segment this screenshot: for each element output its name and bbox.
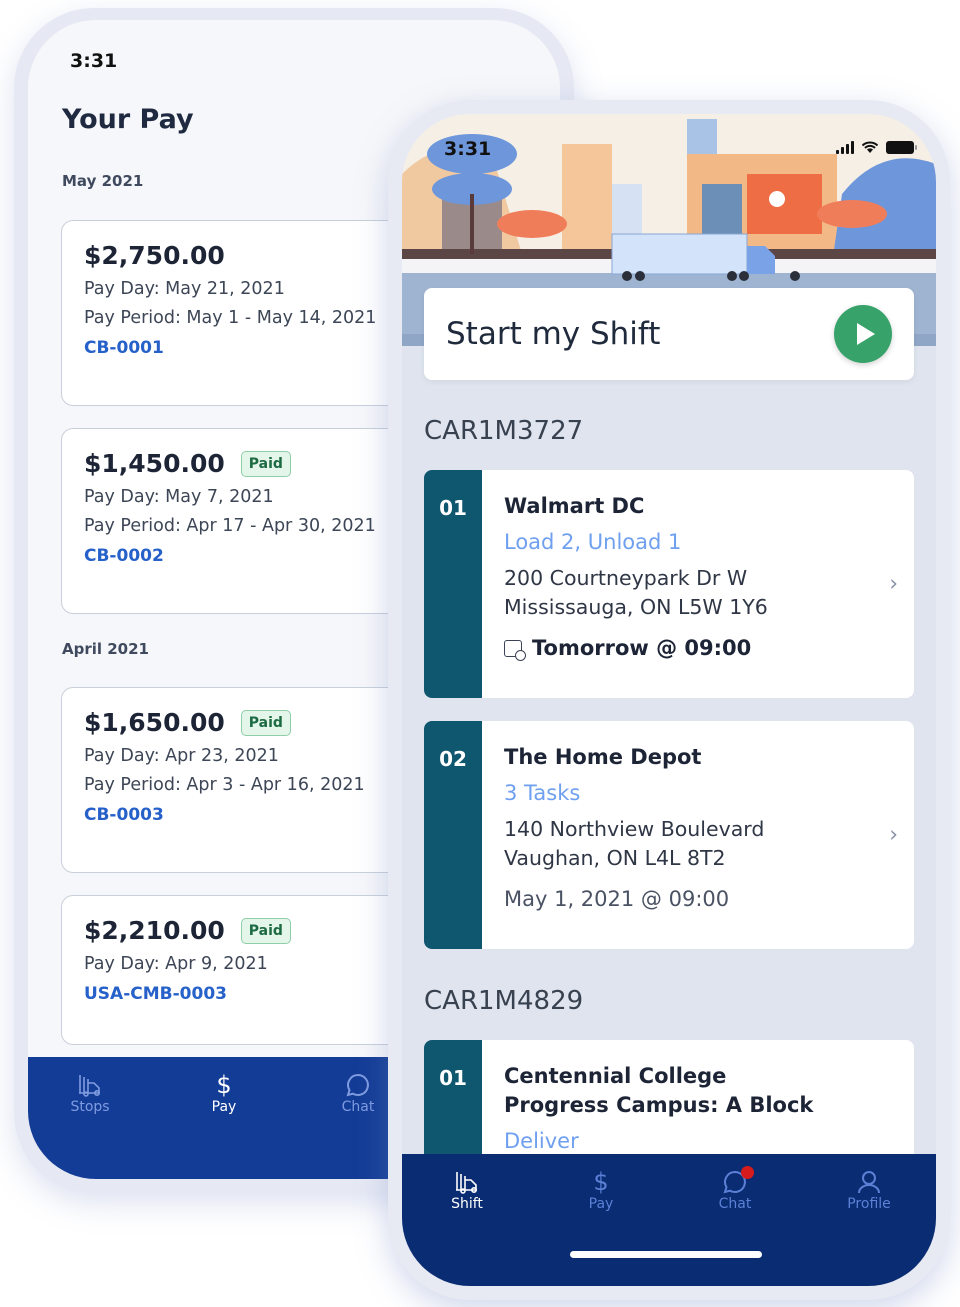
wifi-icon	[861, 141, 879, 153]
pay-amount: $1,450.00	[84, 449, 225, 478]
stop-time: May 1, 2021 @ 09:00	[504, 887, 730, 911]
stop-number: 01	[424, 470, 482, 698]
stop-address-line1: 200 Courtneypark Dr W	[504, 566, 748, 590]
start-shift-label: Start my Shift	[446, 316, 661, 352]
nav-chat[interactable]: Chat	[318, 1071, 398, 1115]
route-id: CAR1M4829	[424, 986, 584, 1016]
shift-phone: 3:31 Start my Shift CAR1M3727 01 Walmart…	[388, 100, 950, 1300]
nav-chat[interactable]: Chat	[695, 1166, 775, 1212]
nav-pay[interactable]: $ Pay	[561, 1168, 641, 1212]
play-icon[interactable]	[834, 305, 892, 363]
user-icon	[829, 1168, 909, 1196]
shift-screen: 3:31 Start my Shift CAR1M3727 01 Walmart…	[402, 114, 936, 1286]
truck-dolly-icon	[50, 1071, 130, 1099]
paid-badge: Paid	[240, 450, 291, 477]
paid-badge: Paid	[240, 917, 291, 944]
start-shift-button[interactable]: Start my Shift	[424, 288, 914, 380]
stop-address-line2: Vaughan, ON L4L 8T2	[504, 846, 726, 870]
home-indicator[interactable]	[570, 1251, 762, 1258]
stop-name: The Home Depot	[504, 745, 702, 769]
pay-amount: $2,750.00	[84, 241, 225, 270]
status-bar: 3:31	[402, 138, 936, 162]
nav-profile[interactable]: Profile	[829, 1168, 909, 1212]
signal-icon	[836, 140, 854, 154]
pay-amount: $1,650.00	[84, 708, 225, 737]
stop-card[interactable]: 02 The Home Depot 3 Tasks 140 Northview …	[424, 721, 914, 949]
dollar-icon: $	[593, 1168, 609, 1196]
stop-tasks: 3 Tasks	[504, 781, 581, 805]
notification-dot	[741, 1166, 754, 1179]
nav-pay[interactable]: $ Pay	[184, 1071, 264, 1115]
status-time: 3:31	[444, 138, 492, 160]
chat-bubble-icon	[695, 1166, 775, 1196]
stop-address-line2: Mississauga, ON L5W 1Y6	[504, 595, 768, 619]
pay-amount: $2,210.00	[84, 916, 225, 945]
dollar-icon: $	[216, 1071, 232, 1099]
stop-time: Tomorrow @ 09:00	[532, 636, 752, 660]
stop-tasks: Load 2, Unload 1	[504, 530, 682, 554]
calendar-clock-icon	[504, 639, 526, 661]
stop-tasks: Deliver	[504, 1129, 579, 1153]
bottom-nav: Shift $ Pay Chat Profile	[402, 1154, 936, 1286]
stop-card[interactable]: 01 Walmart DC Load 2, Unload 1 200 Court…	[424, 470, 914, 698]
chat-bubble-icon	[318, 1071, 398, 1099]
battery-icon	[886, 140, 917, 154]
month-header: May 2021	[62, 172, 144, 190]
stop-name: Walmart DC	[504, 494, 645, 518]
route-id: CAR1M3727	[424, 416, 584, 446]
nav-label: Chat	[718, 1196, 752, 1212]
status-bar: 3:31	[28, 50, 560, 74]
month-header: April 2021	[62, 640, 149, 658]
nav-label: Stops	[70, 1099, 110, 1115]
nav-label: Pay	[211, 1099, 237, 1115]
nav-label: Chat	[341, 1099, 375, 1115]
chevron-right-icon: ›	[889, 571, 898, 597]
chevron-right-icon: ›	[889, 822, 898, 848]
nav-label: Pay	[588, 1196, 614, 1212]
status-time: 3:31	[70, 50, 118, 72]
paid-badge: Paid	[240, 709, 291, 736]
stop-number: 02	[424, 721, 482, 949]
nav-label: Profile	[847, 1196, 891, 1212]
nav-label: Shift	[451, 1196, 483, 1212]
stop-address-line1: 140 Northview Boulevard	[504, 817, 765, 841]
page-title: Your Pay	[62, 104, 194, 135]
nav-shift[interactable]: Shift	[427, 1168, 507, 1212]
nav-stops[interactable]: Stops	[50, 1071, 130, 1115]
truck-dolly-icon	[427, 1168, 507, 1196]
stop-name: Centennial College Progress Campus: A Bl…	[504, 1064, 814, 1117]
